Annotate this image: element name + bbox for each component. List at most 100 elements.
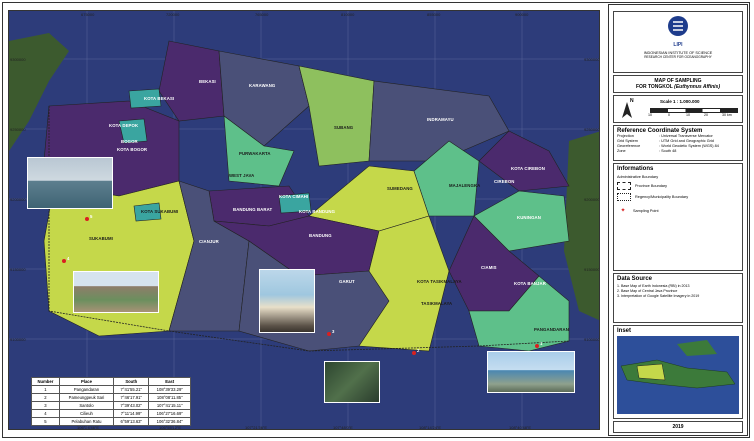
right-tick: 9200000 [584,197,600,202]
reference-row: Zone: South 48 [617,149,677,153]
main-map[interactable]: 675000 720000 765000 810000 855000 90000… [8,10,600,430]
point-number: 1 [540,341,543,346]
table-cell: 3 [31,401,60,410]
region-label: KOTA TASIKMALAYA [417,279,462,284]
table-row: 1 Pangandaran 7°41'55.21" 108°39'33.29" [31,385,191,394]
top-tick: 765000 [255,12,269,17]
table-cell: 7°41'55.21" [113,385,150,394]
region-label: CIANJUR [199,239,219,244]
region-label: KOTA CIREBON [511,166,545,171]
table-header: East [148,377,191,386]
region-label: CIREBON [494,179,515,184]
scale-tick: 30 km [722,113,732,117]
scale-tick: 20 [704,113,708,117]
source-item: 3. Interpretation of Google Satellite Im… [617,294,700,298]
table-row: 2 Pameungpeuk Sari 7°46'17.91" 108°08'11… [31,393,191,402]
province-boundary-item: Province Boundary [617,182,739,190]
regency-boundary-item: Regency/Municipality Boundary [617,193,739,201]
table-row: 4 Cilieuh 7°11'14.99" 106°27'16.69" [31,409,191,418]
point-number: 4 [67,256,70,261]
reference-box: Reference Coordinate System Projection: … [613,125,743,161]
bottom-tick: 108°14'24"E [419,425,442,430]
org-box: LIPI INDONESIAN INSTITUTE OF SCIENCE RES… [613,11,743,73]
table-cell: 106°27'16.69" [148,409,191,418]
sampling-point-icon: ✦ [620,208,626,214]
sampling-point-label: Sampling Point [633,208,659,213]
top-tick: 900000 [515,12,529,17]
table-header: Place [58,377,115,386]
region-label: KOTA BOGOR [117,147,148,152]
point-number: 3 [332,329,335,334]
table-cell: Pameungpeuk Sari [58,393,115,402]
bottom-tick: 107°21'36"E [245,425,268,430]
map-title-line2: FOR TONGKOL [636,84,673,90]
region-label: MAJALENGKA [449,183,481,188]
left-tick: 9300000 [10,57,26,62]
region-label: KOTA CIMAHI [279,194,309,199]
scale-tick: 10 [686,113,690,117]
region-label: CIAMIS [481,265,497,270]
point-number: 2 [417,348,420,353]
table-cell: 7°46'17.91" [113,393,150,402]
table-cell: 4 [31,409,60,418]
region-label: SUBANG [334,125,354,130]
scale-tick: 0 [668,113,670,117]
table-row: 3 Santolo 7°39'43.02" 107°41'15.11" [31,401,191,410]
sampling-point-4 [62,259,66,263]
sampling-point-1 [535,344,539,348]
top-tick: 810000 [341,12,355,17]
left-tick: 9100000 [10,337,26,342]
region-label: KOTA BANDUNG [299,209,336,214]
bottom-tick: 108°40'48"E [509,425,532,430]
sampling-point-item: ✦ Sampling Point [617,207,739,214]
lipi-logo-icon [668,16,688,36]
point-number: 5 [90,214,93,219]
table-cell: 1 [31,385,60,394]
region-label: SUKABUMI [89,236,113,241]
region-label: KOTA BANJAR [514,281,546,286]
sampling-places-table: Number Place South East 1 Pangandaran 7°… [31,377,191,426]
region-label: KUNINGAN [517,215,541,220]
region-label: INDRAMAYU [427,117,454,122]
table-cell: 108°08'11.85" [148,393,191,402]
right-tick: 9150000 [584,267,600,272]
inset-box: Inset [613,325,743,419]
sampling-point-5 [85,217,89,221]
admin-boundary-label: Administrative Boundary [617,175,659,179]
year-box: 2019 [613,421,743,433]
photo-santolo[interactable] [259,269,315,333]
information-title: Informations [617,166,654,172]
source-title: Data Source [617,276,653,282]
table-header: Number [31,377,60,386]
region-label: PURWAKARTA [239,151,271,156]
region-label: BANDUNG [309,233,332,238]
photo-cilieuh[interactable] [73,271,159,313]
top-tick: 675000 [81,12,95,17]
photo-pangandaran[interactable] [487,351,575,393]
left-tick: 9250000 [10,127,26,132]
region-label: WEST JAVA [229,173,255,178]
table-cell: 2 [31,393,60,402]
photo-pameungpeuk[interactable] [324,361,380,403]
left-tick: 9150000 [10,267,26,272]
north-label: N [630,98,634,104]
province-boundary-label: Province Boundary [635,184,668,188]
regency-boundary-swatch [617,193,631,201]
top-tick: 720000 [166,12,180,17]
scale-box: N Scale 1 : 1.000.000 10 0 10 20 30 km [613,95,743,123]
table-cell: 108°39'33.29" [148,385,191,394]
scale-tick: 10 [648,113,652,117]
inset-map[interactable] [617,336,739,414]
sampling-point-3 [327,332,331,336]
region-label: PANGANDARAN [534,327,569,332]
table-cell: Cilieuh [58,409,115,418]
table-cell: 6°59'13.63" [113,417,150,426]
inset-title: Inset [617,328,632,334]
region-label: BOGOR [121,139,138,144]
table-cell: 7°11'14.99" [113,409,150,418]
photo-pelabuhan-ratu[interactable] [27,157,113,209]
table-cell: 7°39'43.02" [113,401,150,410]
logo-text: LIPI [673,42,683,48]
table-cell: Santolo [58,401,115,410]
regency-boundary-label: Regency/Municipality Boundary [635,195,689,199]
